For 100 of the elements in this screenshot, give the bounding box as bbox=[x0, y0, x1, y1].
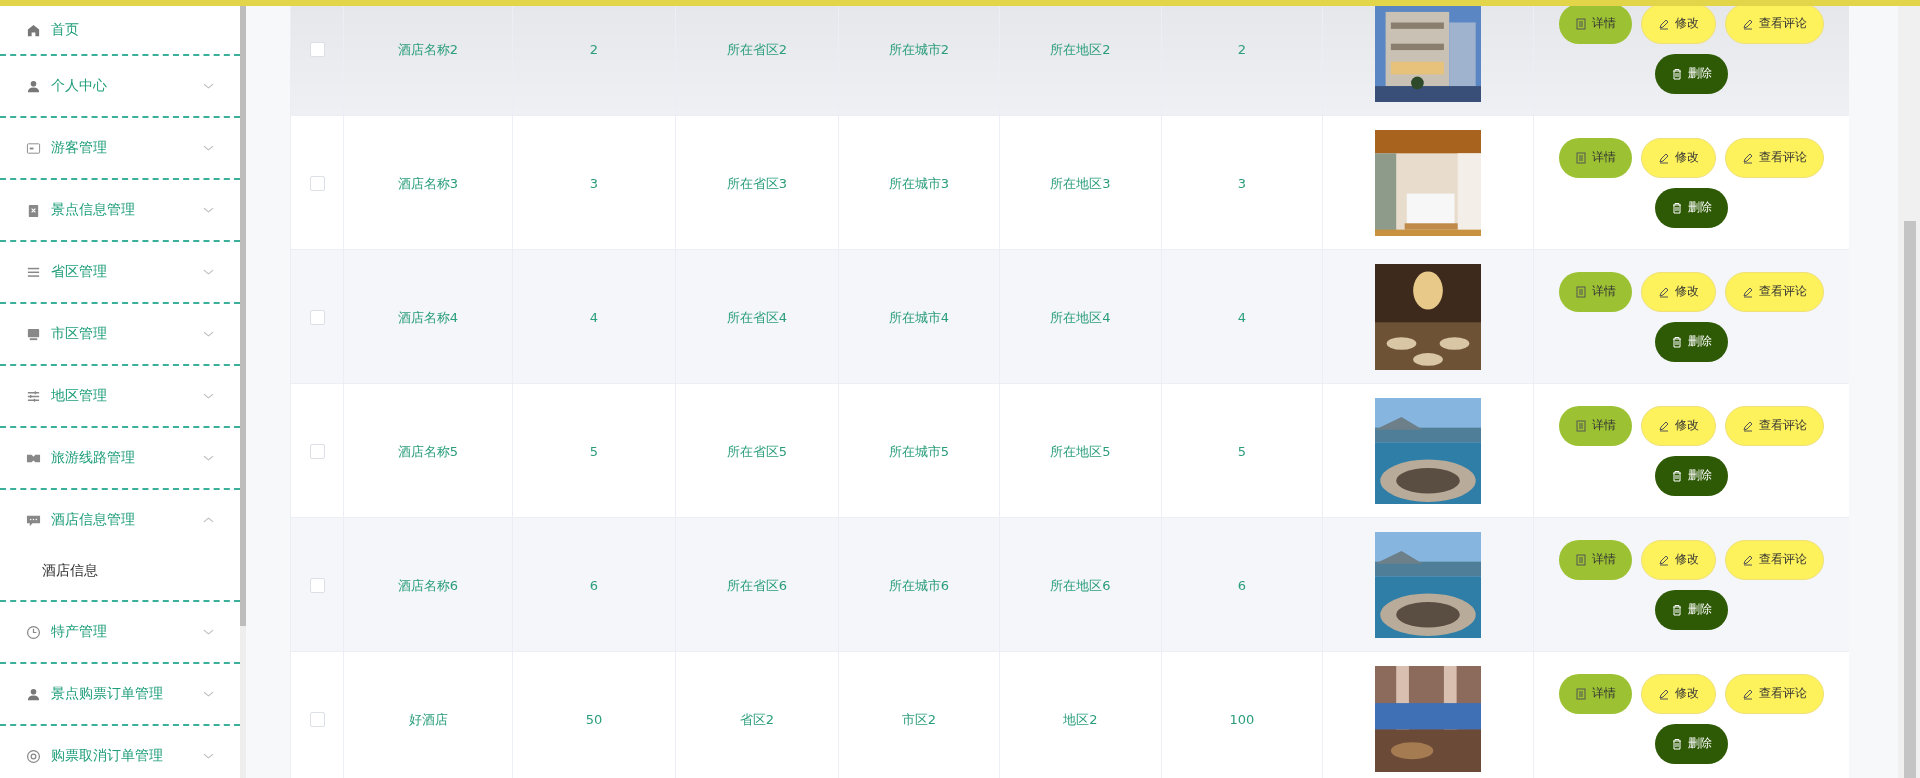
detail-button[interactable]: 详情 bbox=[1559, 405, 1632, 446]
caret-icon bbox=[203, 392, 214, 400]
pencil-icon bbox=[1742, 17, 1754, 30]
table-cell: 5 bbox=[589, 444, 599, 459]
scrollbar-thumb[interactable] bbox=[240, 6, 246, 626]
sidebar-item[interactable]: 个人中心 bbox=[0, 56, 240, 116]
table-cell: 所在城市6 bbox=[888, 577, 950, 593]
edit-button[interactable]: 修改 bbox=[1641, 673, 1716, 714]
sidebar-item[interactable]: 市区管理 bbox=[0, 304, 240, 364]
monitor-icon bbox=[26, 326, 41, 342]
comments-button[interactable]: 查看评论 bbox=[1725, 271, 1824, 312]
table-cell: 酒店名称6 bbox=[397, 577, 459, 593]
clipboard-icon bbox=[26, 202, 41, 218]
table-cell: 酒店名称3 bbox=[397, 175, 459, 191]
detail-button[interactable]: 详情 bbox=[1559, 137, 1632, 178]
scrollbar-thumb[interactable] bbox=[1904, 221, 1916, 778]
delete-button[interactable]: 删除 bbox=[1655, 455, 1728, 496]
pencil-icon bbox=[1742, 419, 1754, 432]
table-cell: 所在省区2 bbox=[726, 41, 788, 57]
edit-button[interactable]: 修改 bbox=[1641, 405, 1716, 446]
sidebar-item[interactable]: 游客管理 bbox=[0, 118, 240, 178]
table-cell: 酒店名称2 bbox=[397, 41, 459, 57]
comments-button[interactable]: 查看评论 bbox=[1725, 539, 1824, 580]
table-cell: 3 bbox=[1237, 176, 1247, 191]
sidebar-item[interactable]: 旅游线路管理 bbox=[0, 428, 240, 488]
detail-button[interactable]: 详情 bbox=[1559, 271, 1632, 312]
table-cell: 2 bbox=[1237, 42, 1247, 57]
comments-button[interactable]: 查看评论 bbox=[1725, 6, 1824, 44]
row-checkbox[interactable] bbox=[309, 42, 325, 57]
table-cell: 所在地区6 bbox=[1050, 577, 1111, 593]
delete-button[interactable]: 删除 bbox=[1655, 53, 1728, 94]
row-checkbox[interactable] bbox=[309, 176, 325, 191]
detail-button[interactable]: 详情 bbox=[1559, 539, 1632, 580]
clock-icon bbox=[26, 624, 41, 640]
comments-button[interactable]: 查看评论 bbox=[1725, 137, 1824, 178]
caret-icon bbox=[203, 268, 214, 276]
pencil-icon bbox=[1742, 553, 1754, 566]
edit-button[interactable]: 修改 bbox=[1641, 271, 1716, 312]
row-checkbox[interactable] bbox=[309, 578, 325, 593]
comments-button[interactable]: 查看评论 bbox=[1725, 673, 1824, 714]
compass-icon bbox=[26, 748, 41, 764]
pencil-icon bbox=[1742, 151, 1754, 164]
sidebar-item[interactable]: 特产管理 bbox=[0, 602, 240, 662]
detail-button[interactable]: 详情 bbox=[1559, 6, 1632, 44]
delete-button[interactable]: 删除 bbox=[1655, 321, 1728, 362]
row-checkbox[interactable] bbox=[309, 712, 325, 727]
submenu-item[interactable]: 酒店信息 bbox=[0, 550, 240, 600]
table-cell: 所在城市4 bbox=[888, 309, 950, 325]
caret-icon bbox=[203, 82, 214, 90]
table-cell: 酒店名称5 bbox=[397, 443, 459, 459]
table-cell: 所在省区3 bbox=[726, 175, 788, 191]
pencil-icon bbox=[1658, 151, 1670, 164]
edit-button[interactable]: 修改 bbox=[1641, 137, 1716, 178]
trash-icon bbox=[1671, 201, 1683, 214]
trash-icon bbox=[1671, 67, 1683, 80]
table-cell: 市区2 bbox=[901, 711, 937, 727]
row-checkbox[interactable] bbox=[309, 444, 325, 459]
card-icon bbox=[26, 140, 41, 156]
table-cell: 50 bbox=[585, 712, 603, 727]
edit-button[interactable]: 修改 bbox=[1641, 6, 1716, 44]
delete-button[interactable]: 删除 bbox=[1655, 589, 1728, 630]
document-icon bbox=[1575, 17, 1587, 30]
sidebar-item[interactable]: 省区管理 bbox=[0, 242, 240, 302]
table-cell: 所在城市3 bbox=[888, 175, 950, 191]
caret-icon bbox=[203, 690, 214, 698]
sidebar-item[interactable]: 景点购票订单管理 bbox=[0, 664, 240, 724]
table-cell: 所在地区5 bbox=[1050, 443, 1111, 459]
sidebar-item[interactable]: 首页 bbox=[0, 6, 240, 54]
detail-button[interactable]: 详情 bbox=[1559, 673, 1632, 714]
row-checkbox[interactable] bbox=[309, 310, 325, 325]
table-cell: 所在地区3 bbox=[1050, 175, 1111, 191]
pencil-icon bbox=[1742, 687, 1754, 700]
pencil-icon bbox=[1742, 285, 1754, 298]
sidebar-item[interactable]: 购票取消订单管理 bbox=[0, 726, 240, 778]
sidebar-item[interactable]: 酒店信息管理 bbox=[0, 490, 240, 550]
table-cell: 4 bbox=[1237, 310, 1247, 325]
table-cell: 100 bbox=[1229, 712, 1255, 727]
comments-button[interactable]: 查看评论 bbox=[1725, 405, 1824, 446]
pencil-icon bbox=[1658, 687, 1670, 700]
home-icon bbox=[26, 22, 41, 38]
delete-button[interactable]: 删除 bbox=[1655, 187, 1728, 228]
trash-icon bbox=[1671, 603, 1683, 616]
table-cell: 酒店名称4 bbox=[397, 309, 459, 325]
delete-button[interactable]: 删除 bbox=[1655, 723, 1728, 764]
caret-icon bbox=[203, 454, 214, 462]
table-cell: 6 bbox=[589, 578, 599, 593]
sidebar-item[interactable]: 景点信息管理 bbox=[0, 180, 240, 240]
user-icon bbox=[26, 78, 41, 94]
table-cell: 5 bbox=[1237, 444, 1247, 459]
caret-icon bbox=[203, 516, 214, 524]
caret-icon bbox=[203, 330, 214, 338]
table-cell: 所在城市2 bbox=[888, 41, 950, 57]
sliders-icon bbox=[26, 388, 41, 404]
edit-button[interactable]: 修改 bbox=[1641, 539, 1716, 580]
table-cell: 所在城市5 bbox=[888, 443, 950, 459]
table-cell: 3 bbox=[589, 176, 599, 191]
caret-icon bbox=[203, 206, 214, 214]
document-icon bbox=[1575, 285, 1587, 298]
trash-icon bbox=[1671, 737, 1683, 750]
sidebar-item[interactable]: 地区管理 bbox=[0, 366, 240, 426]
